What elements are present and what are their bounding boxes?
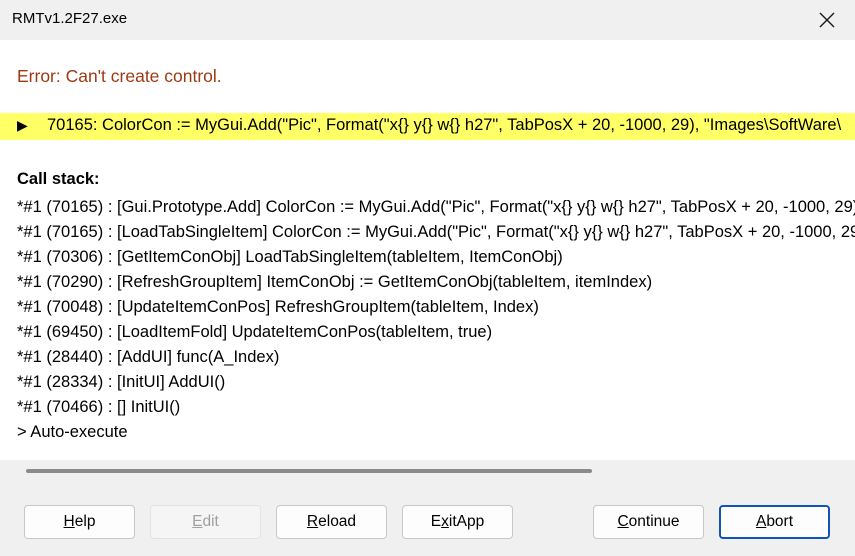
help-button[interactable]: Help [24, 505, 135, 539]
exitapp-button[interactable]: Ex itApp [402, 505, 513, 539]
reload-label-rest: eload [318, 513, 357, 530]
reload-mnemonic: R [306, 513, 319, 530]
continue-mnemonic: C [617, 513, 629, 530]
highlighted-source-line: ▶ 70165: ColorCon := MyGui.Add("Pic", Fo… [0, 113, 855, 140]
horizontal-scrollbar[interactable] [0, 460, 855, 482]
current-line-arrow-icon: ▶ [17, 117, 28, 133]
call-stack-item: *#1 (28334) : [InitUI] AddUI() [17, 373, 226, 391]
call-stack-list: *#1 (70165) : [Gui.Prototype.Add] ColorC… [17, 195, 855, 445]
window-title: RMTv1.2F27.exe [12, 10, 128, 27]
error-dialog: RMTv1.2F27.exe Error: Can't create contr… [0, 0, 855, 556]
reload-button[interactable]: Reload [276, 505, 387, 539]
call-stack-item: *#1 (70290) : [RefreshGroupItem] ItemCon… [17, 273, 653, 291]
help-mnemonic: H [63, 513, 75, 530]
error-details-panel[interactable]: Error: Can't create control. ▶ 70165: Co… [0, 40, 855, 460]
scrollbar-thumb[interactable] [26, 469, 592, 473]
abort-button[interactable]: Abort [719, 505, 830, 539]
help-label-rest: elp [74, 513, 96, 530]
error-message: Error: Can't create control. [17, 66, 222, 86]
abort-mnemonic: A [755, 513, 767, 530]
call-stack-item: *#1 (70048) : [UpdateItemConPos] Refresh… [17, 298, 539, 316]
highlighted-line-text: 70165: ColorCon := MyGui.Add("Pic", Form… [47, 116, 842, 134]
call-stack-item: *#1 (70165) : [Gui.Prototype.Add] ColorC… [17, 198, 855, 216]
edit-mnemonic: E [192, 513, 203, 530]
abort-label-rest: bort [766, 513, 794, 530]
exitapp-label-pre: E [430, 513, 442, 530]
title-bar[interactable]: RMTv1.2F27.exe [0, 0, 855, 40]
call-stack-item: *#1 (28440) : [AddUI] func(A_Index) [17, 348, 280, 366]
exitapp-label-rest: itApp [448, 513, 485, 530]
close-button[interactable] [799, 0, 855, 40]
call-stack-item: *#1 (70466) : [] InitUI() [17, 398, 181, 416]
call-stack-title: Call stack: [17, 170, 100, 188]
edit-button[interactable]: Edit [150, 505, 261, 539]
continue-label-rest: ontinue [628, 513, 680, 530]
edit-label-rest: dit [202, 513, 219, 530]
call-stack-item: *#1 (69450) : [LoadItemFold] UpdateItemC… [17, 323, 493, 341]
call-stack-item: *#1 (70165) : [LoadTabSingleItem] ColorC… [17, 223, 855, 241]
call-stack-item: > Auto-execute [17, 423, 128, 441]
close-icon [819, 12, 835, 28]
exitapp-mnemonic: x [441, 513, 449, 530]
call-stack-item: *#1 (70306) : [GetItemConObj] LoadTabSin… [17, 248, 563, 266]
continue-button[interactable]: Continue [593, 505, 704, 539]
